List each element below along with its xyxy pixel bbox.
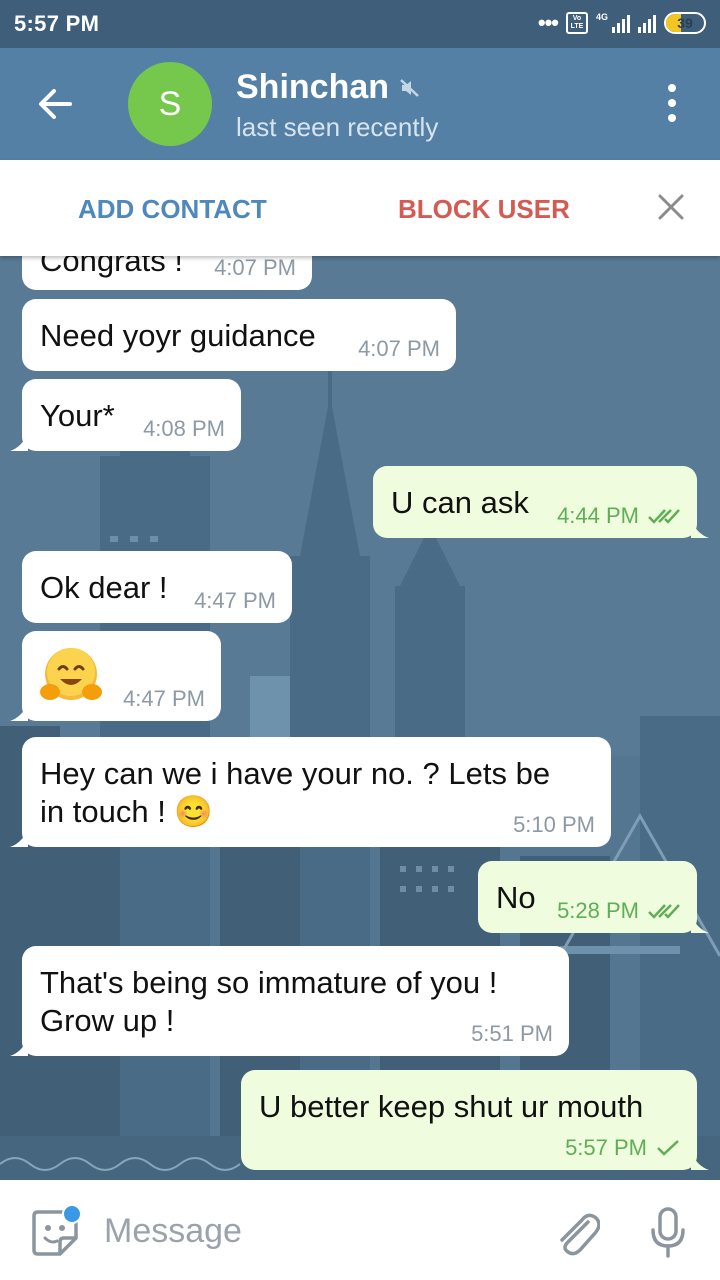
block-user-button[interactable]: BLOCK USER: [398, 194, 570, 225]
message-text: Ok dear !: [40, 570, 168, 605]
contact-action-bar: ADD CONTACT BLOCK USER: [0, 160, 720, 256]
message-bubble-outgoing[interactable]: No 5:28 PM: [478, 861, 709, 933]
volte-icon: Vo LTE: [565, 12, 588, 34]
message-bubble-incoming[interactable]: That's being so immature of you ! Grow u…: [10, 946, 569, 1056]
message-time-row: 5:57 PM: [565, 1136, 681, 1160]
chat-header: S Shinchan last seen recently: [0, 48, 720, 160]
message-text: No: [496, 880, 536, 915]
message-bubble-incoming[interactable]: 🤗 4:47 PM: [10, 631, 221, 721]
status-time: 5:57 PM: [14, 11, 100, 36]
battery-icon: 39: [664, 12, 706, 34]
message-time: 4:47 PM: [123, 686, 205, 711]
double-check-icon: [648, 904, 680, 919]
message-time: 4:44 PM: [557, 503, 639, 528]
microphone-icon[interactable]: [648, 1206, 688, 1260]
contact-name: Shinchan: [236, 68, 390, 106]
status-bar: 5:57 PM ••• Vo LTE 4G 39: [0, 0, 720, 48]
bubble-tail: [691, 915, 709, 933]
bubble-tail: [691, 1152, 709, 1170]
bubble-tail: [10, 703, 28, 721]
message-text-line-2: in touch ! 😊: [40, 794, 214, 829]
message-text: Congrats !: [40, 256, 184, 278]
battery-level: 39: [677, 15, 693, 31]
signal-icon: [612, 13, 630, 33]
message-time: 4:07 PM: [358, 336, 440, 361]
signal-icon-2: [638, 13, 656, 33]
contact-name-row[interactable]: Shinchan: [236, 68, 421, 107]
add-contact-button[interactable]: ADD CONTACT: [78, 194, 267, 225]
message-time: 4:47 PM: [194, 588, 276, 613]
message-bubble-outgoing[interactable]: U can ask 4:44 PM: [373, 466, 709, 538]
message-text-line-1: Hey can we i have your no. ? Lets be: [40, 756, 551, 791]
close-icon[interactable]: [656, 192, 686, 222]
sticker-notification-dot: [62, 1204, 82, 1224]
message-bubble-incoming[interactable]: Your* 4:08 PM: [10, 379, 241, 451]
last-seen-status: last seen recently: [236, 112, 439, 142]
more-options-icon[interactable]: [660, 84, 684, 128]
avatar[interactable]: S: [128, 62, 212, 146]
single-check-icon: [657, 1140, 679, 1156]
hugging-face-emoji-icon: [40, 648, 102, 700]
message-bubble-incoming[interactable]: Congrats ! 4:07 PM: [22, 256, 312, 290]
message-time: 5:51 PM: [471, 1021, 553, 1046]
bubble-tail: [10, 829, 28, 847]
message-text-line-1: That's being so immature of you !: [40, 965, 498, 1000]
attach-paperclip-icon[interactable]: [554, 1208, 600, 1258]
message-bubble-outgoing[interactable]: U better keep shut ur mouth 5:57 PM: [241, 1070, 709, 1170]
message-input[interactable]: Message: [104, 1212, 242, 1251]
message-text: Your*: [40, 398, 115, 433]
message-text-line-2: Grow up !: [40, 1003, 175, 1038]
muted-icon: [400, 78, 419, 97]
message-time: 4:08 PM: [143, 416, 225, 441]
message-bubble-incoming[interactable]: Need yoyr guidance 4:07 PM: [22, 299, 456, 371]
message-time: 5:57 PM: [565, 1135, 647, 1160]
more-notifications-icon: •••: [537, 10, 559, 35]
double-check-icon: [648, 509, 680, 524]
message-input-bar: Message: [0, 1180, 720, 1280]
network-type: 4G: [595, 12, 608, 22]
message-text: U can ask: [391, 485, 529, 520]
message-time: 5:28 PM: [557, 898, 639, 923]
message-text: Need yoyr guidance: [40, 318, 316, 353]
message-time: 5:10 PM: [513, 812, 595, 837]
chat-area[interactable]: Congrats ! 4:07 PM Need yoyr guidance 4:…: [0, 256, 720, 1180]
message-time: 4:07 PM: [214, 256, 296, 280]
status-icons: ••• Vo LTE 4G 39: [538, 12, 706, 34]
message-time-row: 4:44 PM: [557, 504, 681, 528]
message-time-row: 5:28 PM: [557, 899, 681, 923]
message-bubble-incoming[interactable]: Ok dear ! 4:47 PM: [22, 551, 292, 623]
message-bubble-incoming[interactable]: Hey can we i have your no. ? Lets be in …: [10, 737, 611, 847]
message-text: U better keep shut ur mouth: [259, 1089, 644, 1124]
bubble-tail: [10, 433, 28, 451]
bubble-tail: [10, 1038, 28, 1056]
back-arrow-icon[interactable]: [34, 82, 78, 126]
bubble-tail: [691, 520, 709, 538]
